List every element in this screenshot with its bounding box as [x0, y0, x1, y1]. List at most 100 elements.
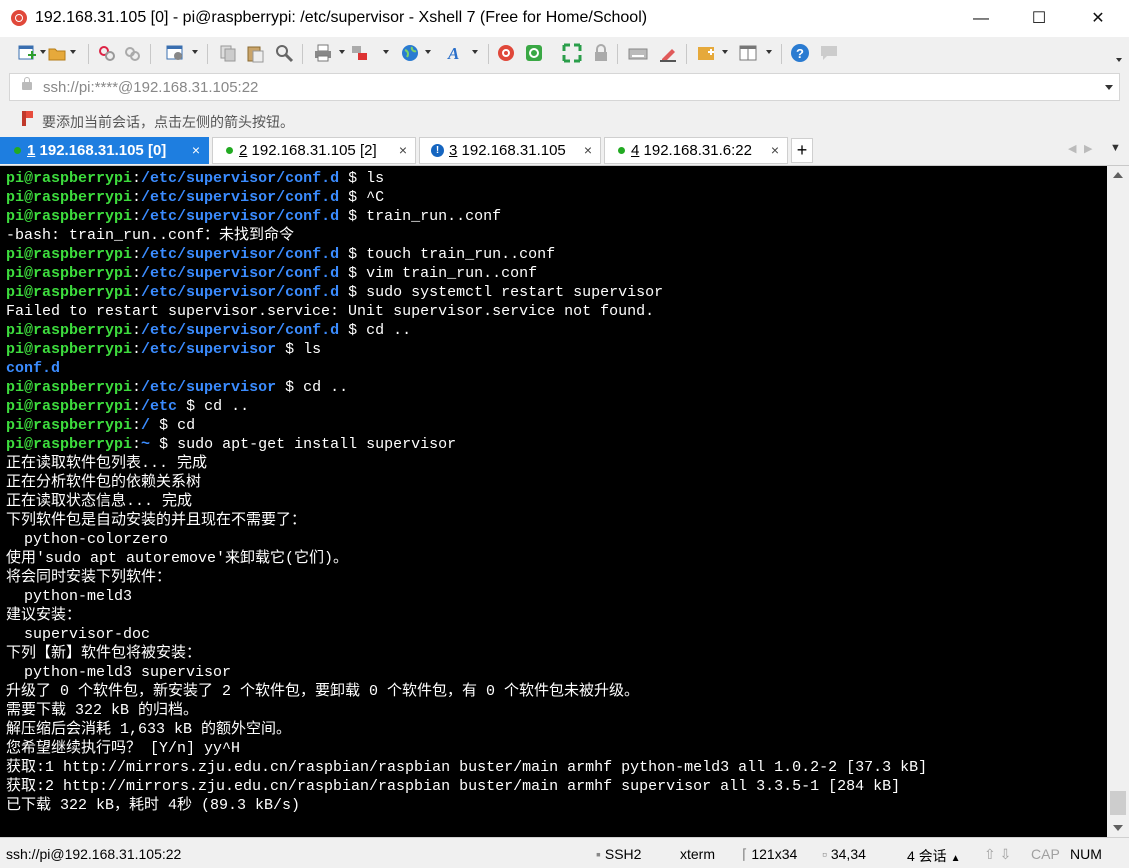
paste-icon[interactable] [245, 43, 265, 63]
address-bar[interactable]: ssh://pi:****@192.168.31.105:22 [9, 73, 1120, 101]
maximize-button[interactable]: ☐ [1010, 0, 1068, 37]
chevron-down-icon[interactable] [1105, 85, 1113, 90]
terminal-line: 您希望继续执行吗？ [Y/n] yy^H [6, 739, 927, 758]
terminal-line: 下列软件包是自动安装的并且现在不需要了： [6, 511, 927, 530]
prompt-symbol: $ [177, 398, 205, 415]
terminal-line: pi@raspberrypi:/etc/supervisor/conf.d $ … [6, 321, 927, 340]
terminal-line: -bash: train_run..conf：未找到命令 [6, 226, 927, 245]
terminal-line: 正在分析软件包的依赖关系树 [6, 473, 927, 492]
terminal-lines: pi@raspberrypi:/etc/supervisor/conf.d $ … [6, 169, 927, 815]
hint-text: 要添加当前会话，点击左侧的箭头按钮。 [42, 114, 294, 130]
alert-status-icon: ! [431, 144, 444, 158]
xshell-icon[interactable] [496, 43, 516, 63]
terminal-line: pi@raspberrypi:/etc/supervisor/conf.d $ … [6, 207, 927, 226]
terminal-line: pi@raspberrypi:/etc/supervisor/conf.d $ … [6, 188, 927, 207]
fullscreen-icon[interactable] [562, 43, 582, 63]
copy-icon[interactable] [218, 43, 238, 63]
status-cursor-label: 34,34 [830, 846, 866, 862]
terminal-line: pi@raspberrypi:/etc/supervisor $ ls [6, 340, 927, 359]
xftp-icon[interactable] [524, 43, 544, 63]
size-icon: ⌈ [742, 846, 752, 862]
bookmark-arrow-icon[interactable] [22, 111, 33, 126]
print-icon[interactable] [313, 43, 333, 63]
tab-session-1[interactable]: 1 192.168.31.105 [0] × [0, 137, 209, 164]
address-input[interactable]: ssh://pi:****@192.168.31.105:22 [43, 79, 258, 96]
status-sessions[interactable]: 4 会话 ▲ [907, 846, 960, 866]
scroll-up-icon[interactable] [1113, 172, 1123, 178]
vertical-scrollbar[interactable] [1107, 166, 1129, 837]
command-text: cd .. [204, 398, 250, 415]
reconnect-icon[interactable] [122, 43, 142, 63]
tab-close-icon[interactable]: × [399, 138, 407, 163]
terminal-line: supervisor-doc [6, 625, 927, 644]
terminal-line: 建议安装： [6, 606, 927, 625]
tab-close-icon[interactable]: × [192, 138, 200, 163]
status-size: ⌈ 121x34 [742, 846, 797, 863]
font-icon[interactable]: A [446, 43, 466, 63]
find-icon[interactable] [274, 43, 294, 63]
prompt-user: pi@raspberrypi [6, 398, 133, 415]
output-text: supervisor-doc [6, 626, 151, 643]
prompt-user: pi@raspberrypi [6, 284, 133, 301]
command-text: cd .. [303, 379, 349, 396]
status-bar: ssh://pi@192.168.31.105:22 ▪ SSH2 xterm … [0, 837, 1129, 868]
terminal-line: 获取:2 http://mirrors.zju.edu.cn/raspbian/… [6, 777, 927, 796]
prompt-path: ~ [141, 436, 151, 453]
chat-icon[interactable] [819, 43, 839, 63]
output-text: python-meld3 [6, 588, 133, 605]
properties-icon[interactable] [165, 43, 185, 63]
minimize-button[interactable]: — [952, 0, 1010, 37]
scroll-down-icon[interactable] [1113, 825, 1123, 831]
lock-icon[interactable] [591, 43, 611, 63]
tab-scroll-right-icon[interactable]: ▶ [1084, 142, 1092, 155]
transfer-icon[interactable] [350, 43, 370, 63]
lock-icon [22, 77, 32, 90]
add-tab-button[interactable]: + [791, 138, 813, 163]
output-text: python-colorzero [6, 531, 169, 548]
prompt-user: pi@raspberrypi [6, 322, 133, 339]
terminal-line: 使用'sudo apt autoremove'来卸载它(它们)。 [6, 549, 927, 568]
scroll-thumb[interactable] [1110, 791, 1126, 815]
prompt-separator: : [132, 436, 142, 453]
tab-session-2[interactable]: 2 192.168.31.105 [2] × [212, 137, 416, 164]
command-text: ^C [366, 189, 385, 206]
prompt-user: pi@raspberrypi [6, 379, 133, 396]
highlight-icon[interactable] [658, 43, 678, 63]
command-text: train_run..conf [366, 208, 502, 225]
layout-icon[interactable] [738, 43, 758, 63]
lock-icon: ▪ [596, 846, 605, 862]
terminal-output[interactable]: pi@raspberrypi:/etc/supervisor/conf.d $ … [0, 166, 1107, 837]
output-text: 正在读取状态信息... 完成 [6, 493, 193, 510]
new-session-icon[interactable] [17, 43, 37, 63]
close-button[interactable]: ✕ [1069, 0, 1127, 37]
tab-close-icon[interactable]: × [584, 138, 592, 163]
terminal-line: python-colorzero [6, 530, 927, 549]
prompt-symbol: $ [276, 341, 304, 358]
command-text: ls [303, 341, 322, 358]
help-icon[interactable]: ? [790, 43, 810, 63]
add-tab-icon[interactable] [696, 43, 716, 63]
status-nav-arrows[interactable]: ⇧ ⇩ [984, 846, 1011, 863]
globe-icon[interactable] [400, 43, 420, 63]
tab-session-4[interactable]: 4 192.168.31.6:22 × [604, 137, 788, 164]
output-text: 正在读取软件包列表... 完成 [6, 455, 208, 472]
prompt-separator: : [132, 189, 142, 206]
tab-scroll-left-icon[interactable]: ◀ [1068, 142, 1076, 155]
prompt-user: pi@raspberrypi [6, 417, 133, 434]
disconnect-icon[interactable] [97, 43, 117, 63]
prompt-separator: : [132, 379, 142, 396]
tab-close-icon[interactable]: × [771, 138, 779, 163]
output-text: -bash: train_run..conf：未找到命令 [6, 227, 295, 244]
prompt-path: /etc/supervisor/conf.d [141, 284, 340, 301]
output-text: 下列软件包是自动安装的并且现在不需要了： [6, 512, 307, 529]
tab-list-chevron-icon[interactable]: ▼ [1110, 142, 1121, 154]
prompt-path: /etc/supervisor/conf.d [141, 246, 340, 263]
prompt-separator: : [132, 170, 142, 187]
output-text: 建议安装： [6, 607, 82, 624]
open-folder-icon[interactable] [47, 43, 67, 63]
prompt-symbol: $ [339, 284, 367, 301]
prompt-user: pi@raspberrypi [6, 189, 133, 206]
tab-session-3[interactable]: ! 3 192.168.31.105 × [419, 137, 601, 164]
keyboard-icon[interactable] [628, 43, 648, 63]
terminal-line: python-meld3 supervisor [6, 663, 927, 682]
